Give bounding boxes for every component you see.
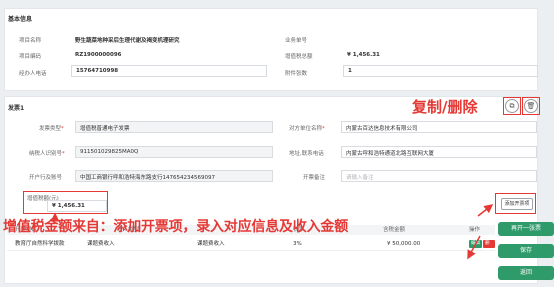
annotation-arrows	[50, 204, 494, 260]
arrow-to-add-item	[477, 204, 494, 217]
arrow-to-table	[467, 235, 481, 260]
